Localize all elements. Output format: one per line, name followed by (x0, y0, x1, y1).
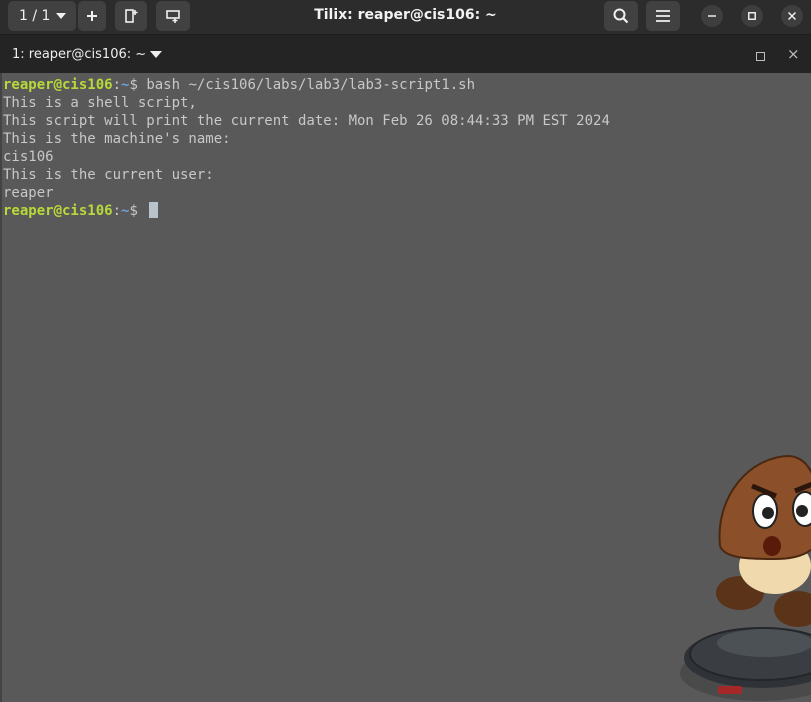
prompt-separator: : (112, 203, 122, 219)
maximize-terminal-icon[interactable] (756, 52, 765, 61)
prompt-user: reaper@cis106 (3, 77, 113, 93)
close-button[interactable] (781, 5, 803, 27)
search-icon (613, 8, 629, 24)
goomba-wallpaper-image (680, 454, 811, 701)
terminal-tab-bar: 1: reaper@cis106: ~ × (0, 35, 811, 73)
prompt-user: reaper@cis106 (3, 203, 113, 219)
maximize-button[interactable] (741, 5, 763, 27)
terminal-cursor (149, 202, 159, 218)
terminal-border (0, 73, 2, 702)
chevron-down-icon[interactable] (150, 51, 162, 58)
terminal-area[interactable]: reaper@cis106:~$ bash ~/cis106/labs/lab3… (0, 73, 811, 702)
window-title: Tilix: reaper@cis106: ~ (314, 7, 497, 23)
terminal-line-command: reaper@cis106:~$ bash ~/cis106/labs/lab3… (3, 76, 475, 94)
terminal-output-line: This is a shell script, (3, 95, 197, 111)
search-button[interactable] (604, 1, 638, 31)
prompt-symbol: $ (129, 77, 147, 93)
maximize-icon (748, 12, 756, 20)
terminal-tab-title[interactable]: 1: reaper@cis106: ~ (12, 47, 146, 62)
menu-button[interactable] (646, 1, 680, 31)
minimize-button[interactable] (701, 5, 723, 27)
title-bar: 1 / 1 Tilix: reaper@cis106: ~ (0, 0, 811, 35)
terminal-output-line: This is the current user: (3, 167, 214, 183)
terminal-output-line: This script will print the current date:… (3, 113, 610, 129)
terminal-output-line: cis106 (3, 149, 54, 165)
terminal-output-line: reaper (3, 185, 54, 201)
minimize-icon (708, 15, 716, 17)
prompt-separator: : (112, 77, 122, 93)
command-text: bash ~/cis106/labs/lab3/lab3-script1.sh (146, 77, 476, 93)
terminal-line-prompt: reaper@cis106:~$ (3, 202, 159, 220)
terminal-output-line: This is the machine's name: (3, 131, 231, 147)
hamburger-menu-icon (656, 10, 670, 22)
close-terminal-icon[interactable]: × (787, 45, 800, 63)
close-icon (788, 12, 796, 20)
prompt-symbol: $ (129, 203, 147, 219)
